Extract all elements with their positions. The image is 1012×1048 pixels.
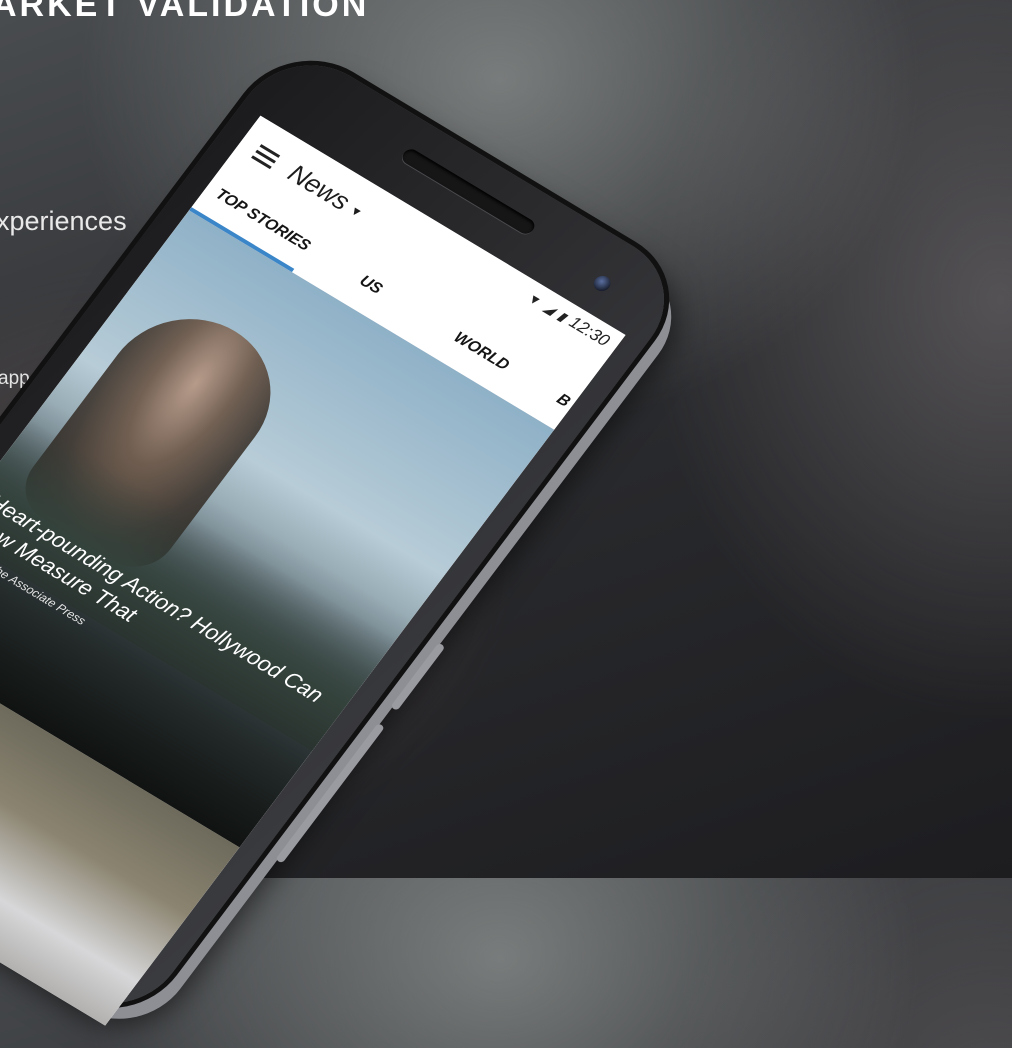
slide-text-experiences: xperiences — [0, 206, 127, 236]
signal-icon: ◢ — [541, 300, 559, 318]
tab-us[interactable]: US — [355, 273, 385, 299]
slide-text-app: app — [0, 368, 30, 389]
dropdown-caret-icon: ▼ — [346, 203, 366, 221]
tab-more[interactable]: B — [553, 391, 573, 411]
battery-icon: ▮ — [554, 308, 570, 325]
wifi-icon: ▼ — [524, 290, 545, 310]
slide-headline: ARKET VALIDATION — [0, 0, 370, 24]
phone-mockup: News▼ ▼◢▮12:30 TOP STORIES US WORLD B He… — [0, 40, 693, 1029]
app-title: News — [282, 158, 357, 216]
hamburger-menu-icon[interactable] — [251, 144, 281, 170]
